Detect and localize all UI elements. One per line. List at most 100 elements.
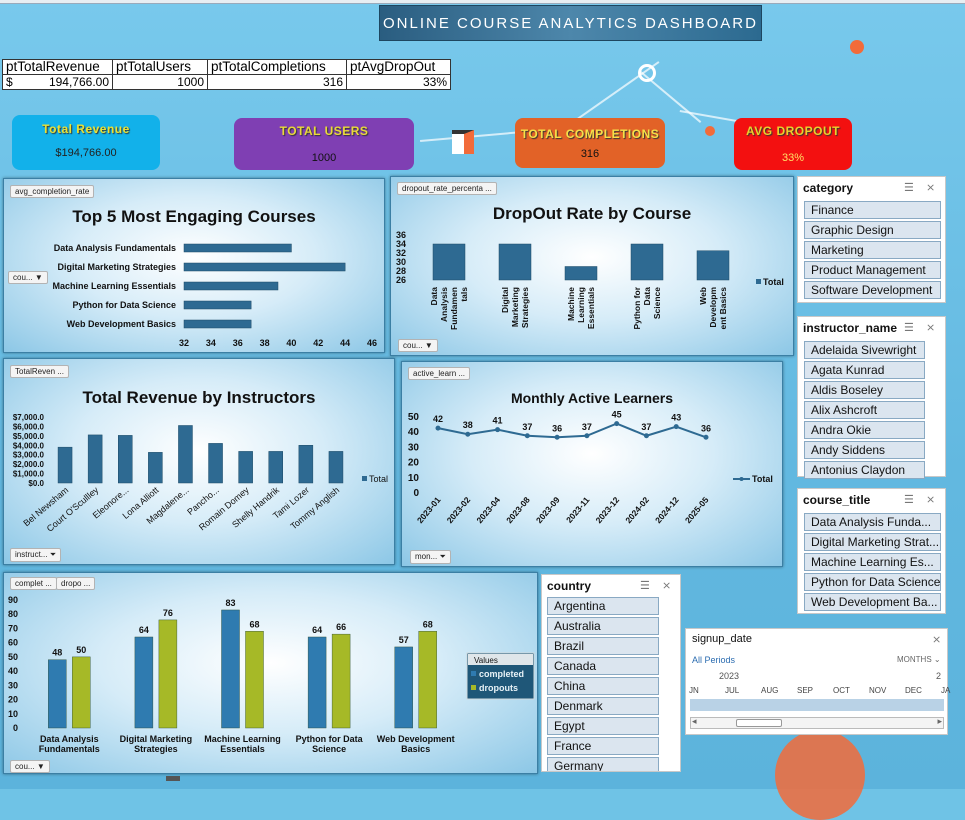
slicer-item[interactable]: Web Development Ba... xyxy=(804,593,941,611)
slicer-country[interactable]: country ☰ ⨯ Argentina Australia Brazil Cana… xyxy=(541,574,681,772)
bar xyxy=(238,451,253,484)
timeline-month-label[interactable]: SEP xyxy=(797,686,813,695)
slicer-item[interactable]: Graphic Design xyxy=(804,221,941,239)
timeline-month-label[interactable]: OCT xyxy=(833,686,850,695)
scroll-thumb[interactable] xyxy=(736,719,782,727)
chart-revenue-by-instructors[interactable]: TotalReven ... Total Revenue by Instruct… xyxy=(3,358,395,565)
timeline-month-label[interactable]: JUL xyxy=(725,686,739,695)
pivot-value[interactable]: 316 xyxy=(207,74,347,90)
category-label: Marketing xyxy=(510,287,520,327)
x-tick-label: 2023-04 xyxy=(474,495,502,526)
kpi-value: 1000 xyxy=(311,152,337,164)
timeline-header: signup_date xyxy=(692,633,752,645)
bar-chart: 262830323436Data Analysis Fundamen tals Digi… xyxy=(396,230,784,330)
timeline-month-label[interactable]: NOV xyxy=(869,686,886,695)
legend-swatch xyxy=(471,671,476,676)
pivot-header[interactable]: ptTotalRevenue xyxy=(2,59,113,75)
timeline-month-label[interactable]: DEC xyxy=(905,686,922,695)
chart-top-engaging-courses[interactable]: avg_completion_rate Top 5 Most Engaging … xyxy=(3,178,385,353)
y-tick-label: $0.0 xyxy=(28,479,44,488)
pivot-value[interactable]: $194,766.00 xyxy=(2,74,113,90)
slicer-instructor-name[interactable]: instructor_name ☰ ⨯ Adelaida Sivewright A… xyxy=(797,316,946,479)
clear-filter-icon[interactable]: ⨯ xyxy=(932,633,941,646)
revenue-value: 194,766.00 xyxy=(48,75,109,89)
bar xyxy=(57,446,73,484)
slicer-item[interactable]: Brazil xyxy=(547,637,659,655)
slicer-item[interactable]: Egypt xyxy=(547,717,659,735)
kpi-value: 33% xyxy=(781,152,805,164)
y-tick-label: $3,000.0 xyxy=(13,451,45,460)
slicer-item[interactable]: Product Management xyxy=(804,261,941,279)
data-label: 36 xyxy=(701,423,711,433)
timeline-signup-date[interactable]: signup_date ⨯ All Periods MONTHS ⌄ 2023 … xyxy=(685,628,950,735)
multi-select-icon[interactable]: ☰ xyxy=(904,321,914,334)
y-tick-label: 50 xyxy=(8,652,18,662)
data-label: 36 xyxy=(552,423,562,433)
clear-filter-icon[interactable]: ⨯ xyxy=(662,579,671,592)
slicer-category[interactable]: category ☰ ⨯ Finance Graphic Design Market… xyxy=(797,176,946,303)
timeline-month-label[interactable]: JN xyxy=(689,686,699,695)
slicer-item[interactable]: China xyxy=(547,677,659,695)
slicer-item[interactable]: Marketing xyxy=(804,241,941,259)
clear-filter-icon[interactable]: ⨯ xyxy=(926,321,935,334)
data-label: 50 xyxy=(76,645,86,655)
multi-select-icon[interactable]: ☰ xyxy=(904,181,914,194)
pivot-header[interactable]: ptTotalCompletions xyxy=(207,59,347,75)
x-tick-label: 2024-02 xyxy=(623,495,651,526)
data-label: 57 xyxy=(399,635,409,645)
data-point xyxy=(584,433,590,439)
multi-select-icon[interactable]: ☰ xyxy=(640,579,650,592)
pivot-value[interactable]: 33% xyxy=(346,74,451,90)
slicer-item[interactable]: Canada xyxy=(547,657,659,675)
slicer-item[interactable]: Python for Data Science xyxy=(804,573,941,591)
pivot-value[interactable]: 1000 xyxy=(112,74,208,90)
x-tick-label: 2023-01 xyxy=(415,495,443,526)
scroll-handle[interactable] xyxy=(166,776,180,781)
category-label: Web Development xyxy=(377,734,455,744)
multi-select-icon[interactable]: ☰ xyxy=(904,493,914,506)
slicer-item[interactable]: Digital Marketing Strat... xyxy=(804,533,941,551)
data-point xyxy=(554,434,560,440)
x-tick-label: 2023-08 xyxy=(504,495,532,526)
timeline-month-label[interactable]: JA xyxy=(941,686,950,695)
category-label: Data xyxy=(642,287,652,306)
pivot-header[interactable]: ptTotalUsers xyxy=(112,59,208,75)
slicer-item[interactable]: Denmark xyxy=(547,697,659,715)
chart-monthly-active-learners[interactable]: active_learn ... Monthly Active Learners… xyxy=(401,361,783,567)
y-tick-label: 36 xyxy=(396,230,406,240)
y-tick-label: $6,000.0 xyxy=(13,422,45,431)
slicer-item[interactable]: Argentina xyxy=(547,597,659,615)
timeline-bar[interactable] xyxy=(690,699,944,711)
data-label: 37 xyxy=(641,422,651,432)
slicer-item[interactable]: Australia xyxy=(547,617,659,635)
data-point xyxy=(673,424,679,430)
x-tick-label: 42 xyxy=(313,338,323,348)
kpi-value: 316 xyxy=(580,148,600,160)
slicer-item[interactable]: Software Development xyxy=(804,281,941,299)
currency-symbol: $ xyxy=(6,75,13,89)
pivot-header[interactable]: ptAvgDropOut xyxy=(346,59,451,75)
scroll-right-icon[interactable]: ▸ xyxy=(937,716,942,727)
slicer-item[interactable]: Germany xyxy=(547,757,659,771)
slicer-course-title[interactable]: course_title ☰ ⨯ Data Analysis Funda... D… xyxy=(797,488,946,614)
bar-dropouts xyxy=(331,633,351,729)
timeline-scrollbar[interactable]: ◂ ▸ xyxy=(690,716,944,729)
clear-filter-icon[interactable]: ⨯ xyxy=(926,493,935,506)
scroll-left-icon[interactable]: ◂ xyxy=(692,716,697,727)
timeline-month-label[interactable]: AUG xyxy=(761,686,778,695)
clear-filter-icon[interactable]: ⨯ xyxy=(926,181,935,194)
slicer-item[interactable]: Finance xyxy=(804,201,941,219)
category-label: Strategies xyxy=(134,744,178,754)
timeline-level-select[interactable]: MONTHS ⌄ xyxy=(897,655,941,664)
slicer-item[interactable]: Machine Learning Es... xyxy=(804,553,941,571)
chart-completed-vs-dropouts[interactable]: complet ... dropo ... cou... ▼ 0 10 20 30 40… xyxy=(3,572,538,774)
y-tick-label: 20 xyxy=(8,695,18,705)
line-chart: 0 10 20 30 40 50 42 2023-01 38 2023-02 41 2023-04 37… xyxy=(408,410,773,526)
data-label: 64 xyxy=(312,625,322,635)
bar xyxy=(183,319,252,329)
slicer-item[interactable]: Data Analysis Funda... xyxy=(804,513,941,531)
bar-chart: Data Analysis Fundamentals Digital Market… xyxy=(52,243,377,348)
bar xyxy=(178,425,193,484)
chart-dropout-rate-by-course[interactable]: dropout_rate_percenta ... DropOut Rate b… xyxy=(390,176,794,356)
slicer-item[interactable]: France xyxy=(547,737,659,755)
